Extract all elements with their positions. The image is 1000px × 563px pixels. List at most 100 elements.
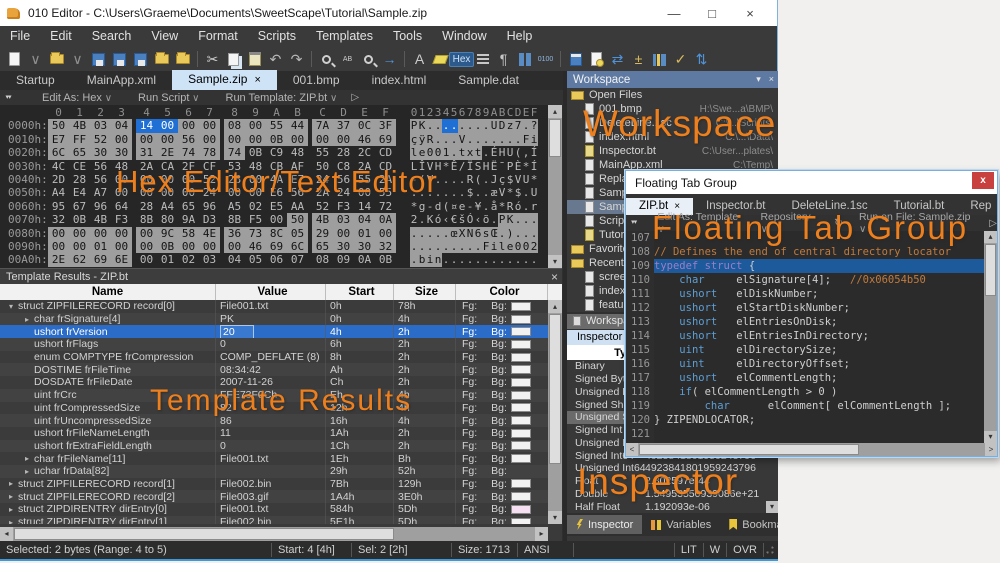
menu-format[interactable]: Format	[188, 26, 248, 47]
hex-byte[interactable]: 9C	[157, 227, 178, 240]
hex-byte[interactable]: 2E	[157, 146, 178, 159]
hex-byte[interactable]: 78	[199, 146, 220, 159]
template-value[interactable]: FFE73F0Ch	[220, 389, 277, 401]
hex-row[interactable]: 0070h:320B4BF38B809AD38BF500504B03040A2.…	[0, 213, 548, 226]
hex-byte[interactable]: FF	[69, 133, 90, 146]
hex-byte[interactable]: 4B	[312, 213, 333, 226]
hex-byte[interactable]: 48	[111, 160, 132, 173]
collapsed-icon[interactable]: ▸	[22, 467, 32, 476]
hex-byte[interactable]: 52	[90, 133, 111, 146]
template-value[interactable]: 0	[220, 440, 226, 452]
hex-byte[interactable]: 36	[224, 227, 245, 240]
bg-color-swatch[interactable]	[511, 403, 531, 412]
hex-byte[interactable]: CA	[157, 160, 178, 173]
hex-byte[interactable]: 00	[157, 133, 178, 146]
hex-byte[interactable]: E5	[266, 200, 287, 213]
folder-stack-icon[interactable]	[172, 49, 193, 69]
template-icon[interactable]	[586, 49, 607, 69]
hex-byte[interactable]: 6E	[111, 253, 132, 266]
hex-byte[interactable]: 31	[136, 146, 157, 159]
collapsed-icon[interactable]: ▸	[6, 518, 16, 524]
hex-byte[interactable]: 30	[333, 240, 354, 253]
hex-byte[interactable]: 00	[287, 133, 308, 146]
hex-byte[interactable]: 4E	[199, 227, 220, 240]
menu-window[interactable]: Window	[432, 26, 496, 47]
hex-byte[interactable]: 30	[111, 146, 132, 159]
goto-icon[interactable]: →	[379, 49, 400, 69]
hex-byte[interactable]: 4C	[48, 160, 69, 173]
bg-color-swatch[interactable]	[511, 378, 531, 387]
template-results-table[interactable]: ▾struct ZIPFILERECORD record[0]File001.t…	[0, 300, 548, 524]
run-template-dropdown[interactable]: Run Template: ZIP.bt	[226, 92, 338, 104]
workspace-close-icon[interactable]: ×	[769, 74, 774, 85]
hex-byte[interactable]: 00	[136, 133, 157, 146]
bg-color-swatch[interactable]	[511, 518, 531, 524]
column-header-size[interactable]: Size	[394, 284, 456, 300]
hex-byte[interactable]: 0C	[354, 119, 375, 132]
template-value[interactable]: 08:34:42	[220, 364, 261, 376]
workspace-item-inspector-bt[interactable]: Inspector.btC:\User...plates\	[567, 144, 778, 158]
hex-byte[interactable]: 00	[333, 227, 354, 240]
pilcrow-icon[interactable]: ¶	[493, 49, 514, 69]
tab-001-bmp[interactable]: 001.bmp	[277, 71, 356, 90]
template-row[interactable]: uint frCrcFFE73F0ChEh4hFg:Bg:	[0, 389, 548, 402]
hex-row[interactable]: 0000h:504B030414000000080055447A370C3FPK…	[0, 119, 548, 132]
hex-byte[interactable]: 01	[354, 227, 375, 240]
hex-byte[interactable]: 00	[136, 240, 157, 253]
bg-color-swatch[interactable]	[511, 391, 531, 400]
scroll-thumb[interactable]	[14, 528, 394, 540]
workspace-dropdown-icon[interactable]: ▾	[756, 74, 761, 85]
scroll-thumb[interactable]	[985, 244, 996, 296]
hex-byte[interactable]: 09	[333, 253, 354, 266]
template-row[interactable]: ushort frFlags06h2hFg:Bg:	[0, 338, 548, 351]
histogram-icon[interactable]	[649, 49, 670, 69]
hex-byte[interactable]: 00	[178, 173, 199, 186]
hex-byte[interactable]: 2A	[375, 173, 396, 186]
hex-row[interactable]: 0040h:2D2856000000005228004AE72456552A-(…	[0, 173, 548, 186]
template-horizontal-scrollbar[interactable]: ◂ ▸	[0, 527, 548, 541]
hex-byte[interactable]: D3	[199, 213, 220, 226]
hex-byte[interactable]: 00	[136, 253, 157, 266]
code-lines[interactable]: // Defines the end of central directory …	[654, 231, 984, 443]
expanded-icon[interactable]: ▾	[6, 302, 16, 311]
code-line[interactable]: ushort elEntriesOnDisk;	[654, 315, 984, 329]
hex-byte[interactable]: 4B	[69, 119, 90, 132]
hex-byte[interactable]: 2E	[48, 253, 69, 266]
hex-byte[interactable]: 00	[199, 133, 220, 146]
hex-byte[interactable]: 46	[354, 133, 375, 146]
status-encoding[interactable]: ANSI	[518, 543, 574, 557]
inspector-row-float[interactable]: Float2.802597e-44	[567, 475, 778, 488]
bg-color-swatch[interactable]	[511, 479, 531, 488]
hex-byte[interactable]: 32	[48, 213, 69, 226]
resize-grip-icon[interactable]	[764, 544, 776, 556]
hex-byte[interactable]: 00	[245, 173, 266, 186]
inspector-row-unsigned-int64[interactable]: Unsigned Int644923841801959243796	[567, 462, 778, 475]
template-results-close-icon[interactable]: ×	[551, 270, 558, 284]
hex-byte[interactable]: 56	[178, 133, 199, 146]
template-value[interactable]: File001.txt	[220, 300, 268, 312]
hex-row[interactable]: 0080h:00000000009C584E36738C0529000100..…	[0, 227, 548, 240]
calculator-icon[interactable]	[565, 49, 586, 69]
hex-byte[interactable]: 65	[312, 240, 333, 253]
hex-byte[interactable]: 2F	[178, 160, 199, 173]
workspace-item-index-html[interactable]: index.htmlC:\...\Data\	[567, 130, 778, 144]
scroll-left-icon[interactable]: ◂	[0, 527, 13, 541]
template-row[interactable]: uint frCompressedSize8212h4hFg:Bg:	[0, 402, 548, 415]
template-value[interactable]: PK	[220, 313, 234, 325]
code-line[interactable]: typedef struct {	[654, 259, 984, 273]
scroll-up-icon[interactable]: ▴	[984, 231, 997, 243]
minimize-button[interactable]: —	[659, 6, 689, 21]
hex-row[interactable]: 0010h:E7FF52000000560000000B0000004669çÿ…	[0, 133, 548, 146]
menu-file[interactable]: File	[0, 26, 40, 47]
open-file-icon[interactable]	[46, 49, 67, 69]
hex-byte[interactable]: E6	[266, 186, 287, 199]
new-dropdown-icon[interactable]: ∨	[25, 49, 46, 69]
hex-byte[interactable]: 24	[333, 186, 354, 199]
menu-tools[interactable]: Tools	[383, 26, 432, 47]
paste-icon[interactable]	[244, 49, 265, 69]
bg-color-swatch[interactable]	[511, 454, 531, 463]
hex-byte[interactable]: 00	[178, 119, 199, 132]
template-row[interactable]: ushort frExtraFieldLength01Ch2hFg:Bg:	[0, 440, 548, 453]
hex-byte[interactable]: 01	[157, 253, 178, 266]
hex-byte[interactable]: 28	[333, 146, 354, 159]
